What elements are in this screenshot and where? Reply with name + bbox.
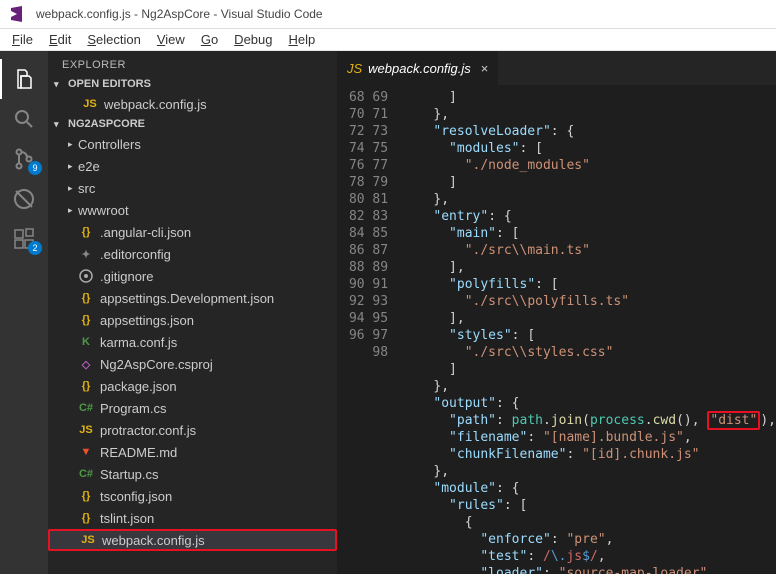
folder-item[interactable]: ▸e2e <box>48 155 337 177</box>
chevron-down-icon: ▾ <box>54 119 66 130</box>
file-item[interactable]: {} tslint.json <box>48 507 337 529</box>
file-item[interactable]: {} appsettings.json <box>48 309 337 331</box>
file-icon: {} <box>78 378 94 394</box>
js-file-icon: JS <box>347 61 362 76</box>
activity-search-icon[interactable] <box>0 99 48 139</box>
file-item[interactable]: ▼ README.md <box>48 441 337 463</box>
folder-item[interactable]: ▸Controllers <box>48 133 337 155</box>
file-icon: ✦ <box>78 246 94 262</box>
file-item[interactable]: {} tsconfig.json <box>48 485 337 507</box>
file-label: Program.cs <box>100 401 166 416</box>
open-editors-header[interactable]: ▾ OPEN EDITORS <box>48 75 337 93</box>
tab-webpack-config[interactable]: JS webpack.config.js × <box>337 51 499 85</box>
chevron-down-icon: ▾ <box>54 79 66 90</box>
file-item[interactable]: Kkarma.conf.js <box>48 331 337 353</box>
file-item[interactable]: JS webpack.config.js <box>48 529 337 551</box>
js-file-icon: JS <box>82 96 98 112</box>
activity-extensions-icon[interactable]: 2 <box>0 219 48 259</box>
tab-label: webpack.config.js <box>368 61 471 76</box>
file-label: README.md <box>100 445 177 460</box>
window-title: webpack.config.js - Ng2AspCore - Visual … <box>36 7 323 21</box>
menu-debug[interactable]: Debug <box>226 30 280 49</box>
file-label: karma.conf.js <box>100 335 177 350</box>
open-editors-label: OPEN EDITORS <box>68 78 151 90</box>
file-icon: {} <box>78 312 94 328</box>
vscode-logo-icon <box>8 4 28 24</box>
file-label: appsettings.Development.json <box>100 291 274 306</box>
file-item[interactable]: JS protractor.conf.js <box>48 419 337 441</box>
activity-scm-icon[interactable]: 9 <box>0 139 48 179</box>
file-icon <box>78 268 94 284</box>
menu-selection[interactable]: Selection <box>79 30 148 49</box>
editor-area: JS webpack.config.js × 68 69 70 71 72 73… <box>337 51 776 574</box>
file-label: webpack.config.js <box>102 533 205 548</box>
explorer-title: EXPLORER <box>48 51 337 75</box>
activity-explorer-icon[interactable] <box>0 59 48 99</box>
chevron-right-icon: ▸ <box>68 183 78 194</box>
file-label: Startup.cs <box>100 467 159 482</box>
menu-file[interactable]: File <box>4 30 41 49</box>
menu-view[interactable]: View <box>149 30 193 49</box>
file-label: .angular-cli.json <box>100 225 191 240</box>
open-editor-label: webpack.config.js <box>104 97 207 112</box>
project-header[interactable]: ▾ NG2ASPCORE <box>48 115 337 133</box>
folder-item[interactable]: ▸wwwroot <box>48 199 337 221</box>
file-icon: {} <box>78 224 94 240</box>
menu-edit[interactable]: Edit <box>41 30 79 49</box>
folder-label: Controllers <box>78 137 141 152</box>
file-icon: JS <box>80 532 96 548</box>
chevron-right-icon: ▸ <box>68 205 78 216</box>
editor-tabs: JS webpack.config.js × <box>337 51 776 85</box>
explorer-sidebar: EXPLORER ▾ OPEN EDITORS JS webpack.confi… <box>48 51 337 574</box>
project-label: NG2ASPCORE <box>68 118 145 130</box>
menu-help[interactable]: Help <box>280 30 323 49</box>
close-icon[interactable]: × <box>481 61 489 76</box>
window-titlebar: webpack.config.js - Ng2AspCore - Visual … <box>0 0 776 29</box>
ext-badge: 2 <box>28 241 42 255</box>
file-tree: ▸Controllers▸e2e▸src▸wwwroot{}.angular-c… <box>48 133 337 574</box>
folder-label: wwwroot <box>78 203 129 218</box>
activity-debug-icon[interactable] <box>0 179 48 219</box>
file-label: protractor.conf.js <box>100 423 196 438</box>
folder-label: src <box>78 181 95 196</box>
file-label: .gitignore <box>100 269 153 284</box>
file-item[interactable]: {} package.json <box>48 375 337 397</box>
file-label: tsconfig.json <box>100 489 172 504</box>
file-icon: ◇ <box>78 356 94 372</box>
file-label: appsettings.json <box>100 313 194 328</box>
file-item[interactable]: C# Startup.cs <box>48 463 337 485</box>
file-item[interactable]: C# Program.cs <box>48 397 337 419</box>
file-label: package.json <box>100 379 177 394</box>
file-icon: {} <box>78 510 94 526</box>
folder-label: e2e <box>78 159 100 174</box>
open-editor-item[interactable]: JS webpack.config.js <box>48 93 337 115</box>
menu-go[interactable]: Go <box>193 30 226 49</box>
file-item[interactable]: .gitignore <box>48 265 337 287</box>
file-label: .editorconfig <box>100 247 171 262</box>
activity-bar: 9 2 <box>0 51 48 574</box>
file-icon: {} <box>78 488 94 504</box>
file-item[interactable]: {} appsettings.Development.json <box>48 287 337 309</box>
file-item[interactable]: ◇ Ng2AspCore.csproj <box>48 353 337 375</box>
scm-badge: 9 <box>28 161 42 175</box>
file-item[interactable]: {} .angular-cli.json <box>48 221 337 243</box>
file-icon: C# <box>78 400 94 416</box>
file-label: tslint.json <box>100 511 154 526</box>
file-icon: K <box>78 334 94 350</box>
code-content[interactable]: ] }, "resolveLoader": { "modules": [ "./… <box>402 85 776 574</box>
file-icon: {} <box>78 290 94 306</box>
file-item[interactable]: ✦ .editorconfig <box>48 243 337 265</box>
file-icon: JS <box>78 422 94 438</box>
folder-item[interactable]: ▸src <box>48 177 337 199</box>
chevron-right-icon: ▸ <box>68 139 78 150</box>
menu-bar: File Edit Selection View Go Debug Help <box>0 29 776 51</box>
file-label: Ng2AspCore.csproj <box>100 357 213 372</box>
file-icon: C# <box>78 466 94 482</box>
code-editor[interactable]: 68 69 70 71 72 73 74 75 76 77 78 79 80 8… <box>337 85 776 574</box>
chevron-right-icon: ▸ <box>68 161 78 172</box>
line-gutter: 68 69 70 71 72 73 74 75 76 77 78 79 80 8… <box>337 85 402 574</box>
file-icon: ▼ <box>78 444 94 460</box>
